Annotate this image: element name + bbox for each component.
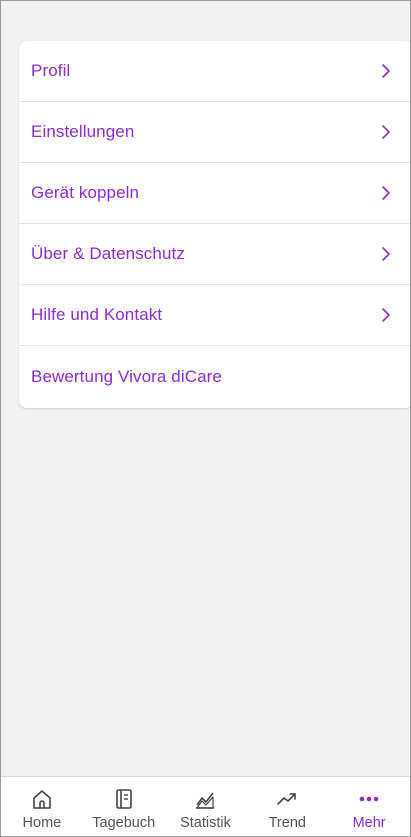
tab-home[interactable]: Home [1,777,83,836]
app-frame: Profil Einstellungen Gerät koppeln Über … [0,0,411,837]
tab-label: Tagebuch [92,815,156,831]
chevron-right-icon [381,185,391,201]
trend-icon [275,788,299,810]
menu-item-label: Profil [31,61,71,80]
more-icon [357,788,381,810]
tab-label: Statistik [180,815,231,831]
menu-item-label: Gerät koppeln [31,183,140,202]
home-icon [30,788,54,810]
menu-item-label: Einstellungen [31,122,135,141]
chevron-right-icon [381,307,391,323]
tab-label: Trend [268,815,306,831]
statistics-icon [193,788,217,810]
tab-label: Mehr [352,815,386,831]
menu-item-settings[interactable]: Einstellungen [19,102,410,163]
menu-item-about-privacy[interactable]: Über & Datenschutz [19,224,410,285]
chevron-right-icon [381,246,391,262]
menu-item-label: Über & Datenschutz [31,244,185,263]
tab-label: Home [22,815,62,831]
tab-more[interactable]: Mehr [328,777,410,836]
menu-item-profile[interactable]: Profil [19,41,410,102]
chevron-right-icon [381,63,391,79]
tab-statistics[interactable]: Statistik [165,777,247,836]
menu-item-help-contact[interactable]: Hilfe und Kontakt [19,285,410,346]
more-menu: Profil Einstellungen Gerät koppeln Über … [19,41,410,408]
menu-item-label: Bewertung Vivora diCare [31,367,222,386]
chevron-right-icon [381,124,391,140]
tab-diary[interactable]: Tagebuch [83,777,165,836]
tab-trend[interactable]: Trend [246,777,328,836]
bottom-tab-bar: Home Tagebuch Statistik Trend Mehr [1,776,410,836]
diary-icon [112,788,136,810]
menu-item-rate-app[interactable]: Bewertung Vivora diCare [19,346,410,408]
menu-item-label: Hilfe und Kontakt [31,305,163,324]
menu-item-pair-device[interactable]: Gerät koppeln [19,163,410,224]
